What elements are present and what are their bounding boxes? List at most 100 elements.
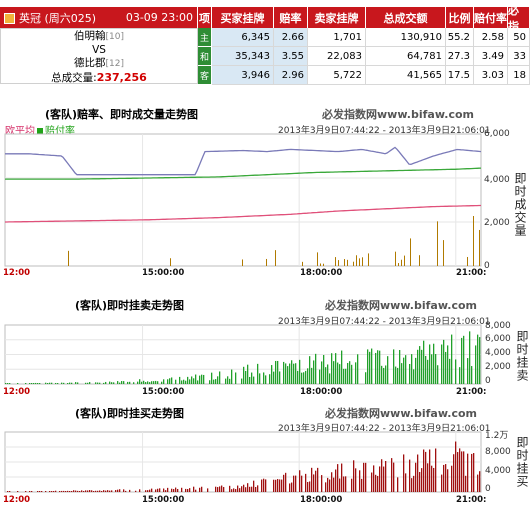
- value-bar: [229, 485, 231, 492]
- value-bar: [253, 480, 255, 492]
- value-bar: [449, 358, 451, 384]
- volume-bar: [323, 263, 324, 266]
- value-bar: [89, 382, 91, 384]
- value-bar: [349, 361, 351, 384]
- row-tag-cell: 和: [198, 47, 212, 66]
- volume-bar: [398, 263, 399, 266]
- value-bar: [207, 488, 209, 492]
- value-bar: [255, 486, 257, 492]
- value-bar: [169, 378, 171, 384]
- value-bar: [107, 490, 109, 492]
- chart1-xtick: 21:00:: [456, 268, 487, 278]
- value-bar: [417, 454, 419, 492]
- value-bar: [435, 448, 437, 492]
- value-bar: [289, 363, 291, 384]
- value-bar: [155, 380, 157, 384]
- chart3-ytick: 4,000: [485, 466, 511, 476]
- value-bar: [409, 363, 411, 384]
- value-bar: [291, 360, 293, 384]
- chart1-title: (客队)赔率、即时成交量走势图: [45, 108, 199, 121]
- value-bar: [69, 491, 71, 492]
- value-bar: [435, 354, 437, 384]
- volume-bar: [410, 238, 411, 266]
- value-bar: [295, 363, 297, 384]
- volume-bar: [404, 255, 405, 266]
- value-bar: [301, 372, 303, 384]
- chart3-xtick: 15:00:00: [142, 495, 185, 505]
- value-bar: [85, 382, 87, 384]
- chart2-ytick: 2,000: [485, 362, 511, 372]
- value-bar: [193, 378, 195, 384]
- value-bar: [229, 378, 231, 384]
- value-bar: [117, 381, 119, 384]
- value-bar: [451, 334, 453, 384]
- row-payrate-cell: 3.03: [474, 66, 508, 85]
- value-bar: [333, 361, 335, 384]
- value-bar: [321, 475, 323, 492]
- value-bar: [201, 374, 203, 384]
- value-bar: [397, 367, 399, 384]
- col-sell: 卖家挂牌: [308, 7, 366, 28]
- value-bar: [421, 468, 423, 492]
- value-bar: [213, 379, 215, 384]
- value-bar: [393, 349, 395, 384]
- value-bar: [113, 382, 115, 384]
- row-tag-cell: 客: [198, 66, 212, 85]
- value-bar: [379, 466, 381, 492]
- value-bar: [273, 479, 275, 492]
- row-buy-cell: 3,946: [212, 66, 274, 85]
- value-bar: [29, 383, 31, 384]
- checkbox-icon[interactable]: [4, 13, 15, 24]
- value-bar: [33, 383, 35, 384]
- chart1-xtick: 18:00:00: [300, 268, 343, 278]
- volume-bar: [242, 259, 243, 266]
- value-bar: [17, 491, 19, 492]
- value-bar: [395, 366, 397, 384]
- value-bar: [425, 355, 427, 384]
- value-bar: [467, 453, 469, 492]
- value-bar: [315, 470, 317, 492]
- value-bar: [295, 475, 297, 492]
- value-bar: [383, 466, 385, 492]
- value-bar: [417, 349, 419, 384]
- value-bar: [419, 471, 421, 492]
- value-bar: [263, 478, 265, 492]
- value-bar: [111, 490, 113, 492]
- volume-bar: [437, 221, 438, 266]
- value-bar: [305, 473, 307, 492]
- value-bar: [341, 350, 343, 384]
- chart3-xtick: 12:00: [3, 495, 31, 505]
- chart2-xtick: 18:00:00: [300, 387, 343, 397]
- value-bar: [433, 343, 435, 384]
- value-bar: [115, 490, 117, 492]
- value-bar: [479, 337, 481, 384]
- chart2-ylabel: 即时挂卖: [515, 330, 529, 382]
- value-bar: [403, 357, 405, 384]
- value-bar: [241, 486, 243, 492]
- value-bar: [429, 449, 431, 492]
- home-team[interactable]: 伯明翰: [74, 30, 106, 42]
- volume-bar: [338, 260, 339, 266]
- chart1-ytick: 0: [484, 261, 490, 271]
- value-bar: [75, 382, 77, 384]
- value-bar: [371, 472, 373, 492]
- value-bar: [231, 489, 233, 492]
- value-bar: [293, 475, 295, 492]
- volume-bar: [419, 255, 420, 266]
- row-buy-cell: 6,345: [212, 28, 274, 47]
- value-bar: [307, 481, 309, 492]
- value-bar: [429, 344, 431, 384]
- chart1-plot: [4, 133, 482, 267]
- value-bar: [215, 486, 217, 492]
- value-bar: [133, 382, 135, 384]
- value-bar: [167, 379, 169, 384]
- away-team[interactable]: 德比郡: [74, 57, 106, 69]
- row-sell-cell: 5,722: [308, 66, 366, 85]
- value-bar: [71, 382, 73, 384]
- match-header: 英冠 (周六025) 03-09 23:00: [0, 7, 198, 28]
- value-bar: [31, 383, 33, 384]
- value-bar: [455, 441, 457, 492]
- value-bar: [325, 367, 327, 384]
- value-bar: [37, 491, 39, 492]
- value-bar: [141, 381, 143, 384]
